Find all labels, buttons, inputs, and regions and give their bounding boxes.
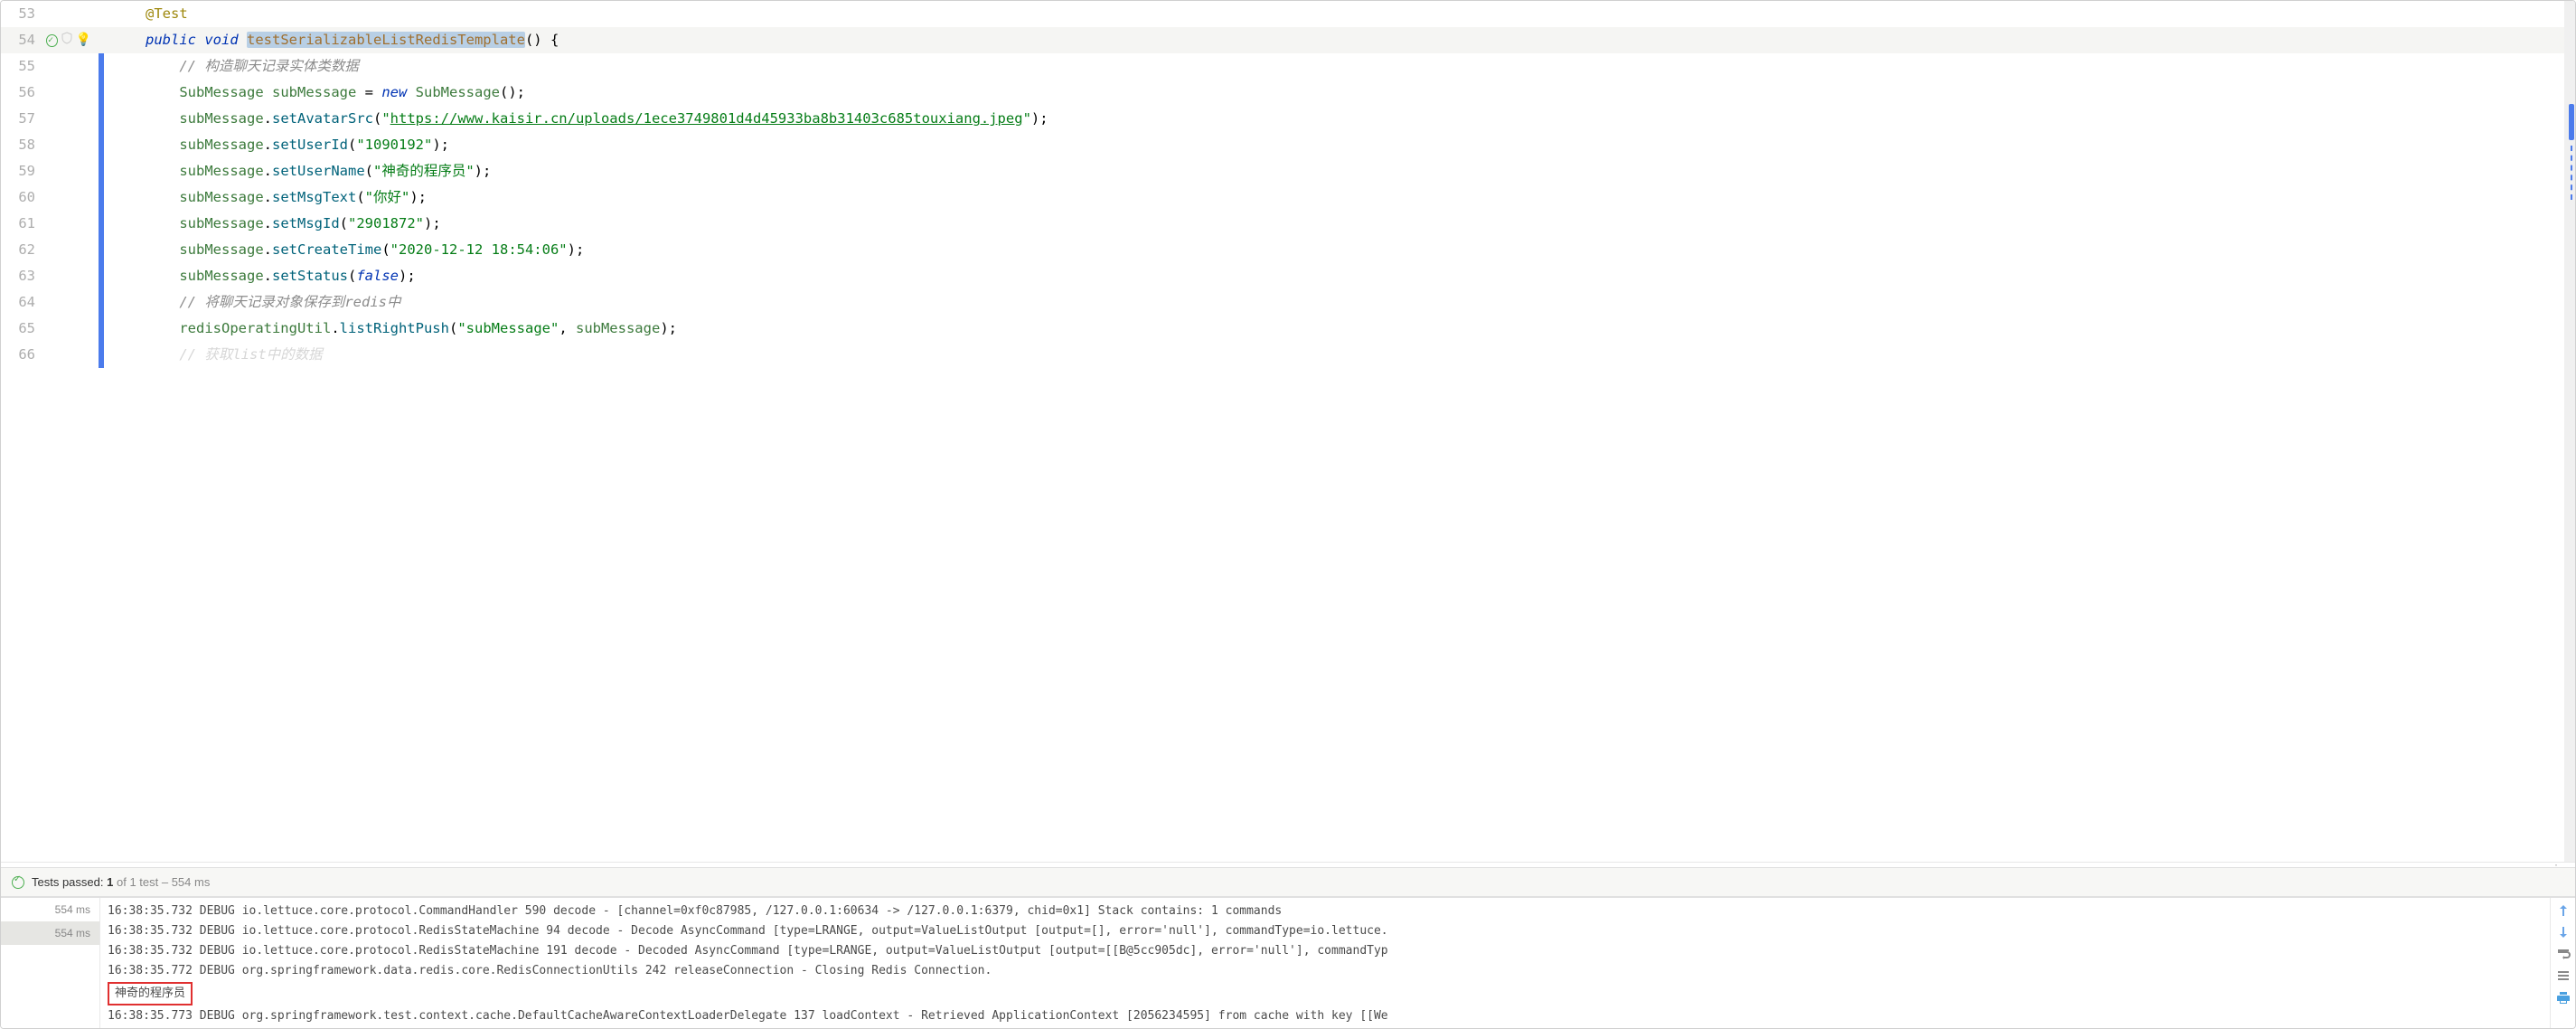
gutter[interactable]: 57: [1, 106, 99, 132]
arrow-up-icon[interactable]: [2556, 903, 2571, 918]
method-body-marker: [99, 211, 104, 237]
line-number: 63: [1, 263, 46, 289]
line-number: 55: [1, 53, 46, 80]
code-line[interactable]: 56 SubMessage subMessage = new SubMessag…: [1, 80, 2575, 106]
console-output[interactable]: 16:38:35.732 DEBUG io.lettuce.core.proto…: [100, 898, 2550, 1028]
method-body-marker: [99, 316, 104, 342]
code-line[interactable]: 66 // 获取list中的数据: [1, 342, 2575, 368]
console-panel: 554 ms554 ms 16:38:35.732 DEBUG io.lettu…: [1, 897, 2575, 1028]
code-content[interactable]: subMessage.setUserName("神奇的程序员");: [109, 158, 2575, 184]
code-content[interactable]: // 将聊天记录对象保存到redis中: [109, 289, 2575, 316]
gutter[interactable]: 55: [1, 53, 99, 80]
gutter[interactable]: 56: [1, 80, 99, 106]
method-body-marker: [99, 184, 104, 211]
test-time-item[interactable]: 554 ms: [1, 921, 99, 945]
code-line[interactable]: 57 subMessage.setAvatarSrc("https://www.…: [1, 106, 2575, 132]
gutter[interactable]: 59: [1, 158, 99, 184]
method-body-marker: [99, 80, 104, 106]
method-body-marker: [99, 342, 104, 368]
method-body-marker: [99, 132, 104, 158]
gutter[interactable]: 64: [1, 289, 99, 316]
test-time-item[interactable]: 554 ms: [1, 898, 99, 921]
ide-window: 53 @Test 54 💡 public void testSerializableLi…: [0, 0, 2576, 1029]
code-content[interactable]: subMessage.setStatus(false);: [109, 263, 2575, 289]
method-body-marker: [99, 237, 104, 263]
gutter[interactable]: 65: [1, 316, 99, 342]
console-line: 16:38:35.773 DEBUG org.springframework.t…: [108, 1006, 2543, 1026]
code-line[interactable]: 62 subMessage.setCreateTime("2020-12-12 …: [1, 237, 2575, 263]
code-line[interactable]: 63 subMessage.setStatus(false);: [1, 263, 2575, 289]
gutter[interactable]: 60: [1, 184, 99, 211]
test-status-bar: Tests passed: 1 of 1 test – 554 ms: [1, 867, 2575, 897]
code-content[interactable]: public void testSerializableListRedisTem…: [109, 27, 2575, 53]
code-line[interactable]: 55 // 构造聊天记录实体类数据: [1, 53, 2575, 80]
method-body-marker: [99, 289, 104, 316]
line-number: 57: [1, 106, 46, 132]
editor-scrollbar[interactable]: [2564, 1, 2575, 862]
gutter[interactable]: 61: [1, 211, 99, 237]
code-content[interactable]: SubMessage subMessage = new SubMessage()…: [109, 80, 2575, 106]
scroll-marker: [2569, 104, 2574, 140]
intention-bulb-icon[interactable]: 💡: [76, 27, 91, 53]
console-line: 16:38:35.732 DEBUG io.lettuce.core.proto…: [108, 941, 2543, 961]
code-editor[interactable]: 53 @Test 54 💡 public void testSerializableLi…: [1, 1, 2575, 862]
gutter[interactable]: 54 💡: [1, 27, 99, 53]
code-content[interactable]: subMessage.setCreateTime("2020-12-12 18:…: [109, 237, 2575, 263]
line-number: 66: [1, 342, 46, 368]
gutter[interactable]: 62: [1, 237, 99, 263]
method-body-marker: [99, 106, 104, 132]
code-line[interactable]: 60 subMessage.setMsgText("你好");: [1, 184, 2575, 211]
code-line[interactable]: 59 subMessage.setUserName("神奇的程序员");: [1, 158, 2575, 184]
scroll-marker-dashed: [2570, 146, 2572, 200]
line-number: 60: [1, 184, 46, 211]
code-content[interactable]: // 构造聊天记录实体类数据: [109, 53, 2575, 80]
gutter[interactable]: 63: [1, 263, 99, 289]
code-content[interactable]: @Test: [109, 1, 2575, 27]
test-pass-icon: [12, 876, 24, 889]
console-line: 16:38:35.732 DEBUG io.lettuce.core.proto…: [108, 902, 2543, 921]
line-number: 56: [1, 80, 46, 106]
code-content[interactable]: subMessage.setAvatarSrc("https://www.kai…: [109, 106, 2575, 132]
code-content[interactable]: // 获取list中的数据: [109, 342, 2575, 368]
line-number: 58: [1, 132, 46, 158]
code-content[interactable]: subMessage.setMsgText("你好");: [109, 184, 2575, 211]
line-number: 65: [1, 316, 46, 342]
wrap-icon[interactable]: [2556, 947, 2571, 961]
console-line: 16:38:35.732 DEBUG io.lettuce.core.proto…: [108, 921, 2543, 941]
code-content[interactable]: subMessage.setMsgId("2901872");: [109, 211, 2575, 237]
line-number: 62: [1, 237, 46, 263]
console-actions: [2550, 898, 2575, 1028]
code-line[interactable]: 54 💡 public void testSerializableListRedis…: [1, 27, 2575, 53]
shield-icon[interactable]: [61, 27, 72, 53]
code-content[interactable]: subMessage.setUserId("1090192");: [109, 132, 2575, 158]
method-body-marker: [99, 263, 104, 289]
line-number: 59: [1, 158, 46, 184]
gutter[interactable]: 58: [1, 132, 99, 158]
code-line[interactable]: 64 // 将聊天记录对象保存到redis中: [1, 289, 2575, 316]
arrow-down-icon[interactable]: [2556, 925, 2571, 939]
print-icon[interactable]: [2556, 990, 2571, 1005]
method-body-marker: [99, 158, 104, 184]
stack-icon[interactable]: [2556, 968, 2571, 983]
test-status-text: Tests passed: 1 of 1 test – 554 ms: [32, 875, 210, 889]
console-sidebar: 554 ms554 ms: [1, 898, 100, 1028]
line-number: 53: [1, 1, 46, 27]
code-line[interactable]: 58 subMessage.setUserId("1090192");: [1, 132, 2575, 158]
code-line[interactable]: 61 subMessage.setMsgId("2901872");: [1, 211, 2575, 237]
code-content[interactable]: redisOperatingUtil.listRightPush("subMes…: [109, 316, 2575, 342]
gutter[interactable]: 53: [1, 1, 99, 27]
code-line[interactable]: 53 @Test: [1, 1, 2575, 27]
gutter[interactable]: 66: [1, 342, 99, 368]
line-number: 54: [1, 27, 46, 53]
line-number: 61: [1, 211, 46, 237]
run-test-icon[interactable]: [46, 34, 58, 47]
line-number: 64: [1, 289, 46, 316]
console-line: 神奇的程序员: [108, 981, 2543, 1006]
method-body-marker: [99, 53, 104, 80]
code-line[interactable]: 65 redisOperatingUtil.listRightPush("sub…: [1, 316, 2575, 342]
console-line: 16:38:35.772 DEBUG org.springframework.d…: [108, 961, 2543, 981]
console-highlighted-output: 神奇的程序员: [108, 982, 193, 1005]
